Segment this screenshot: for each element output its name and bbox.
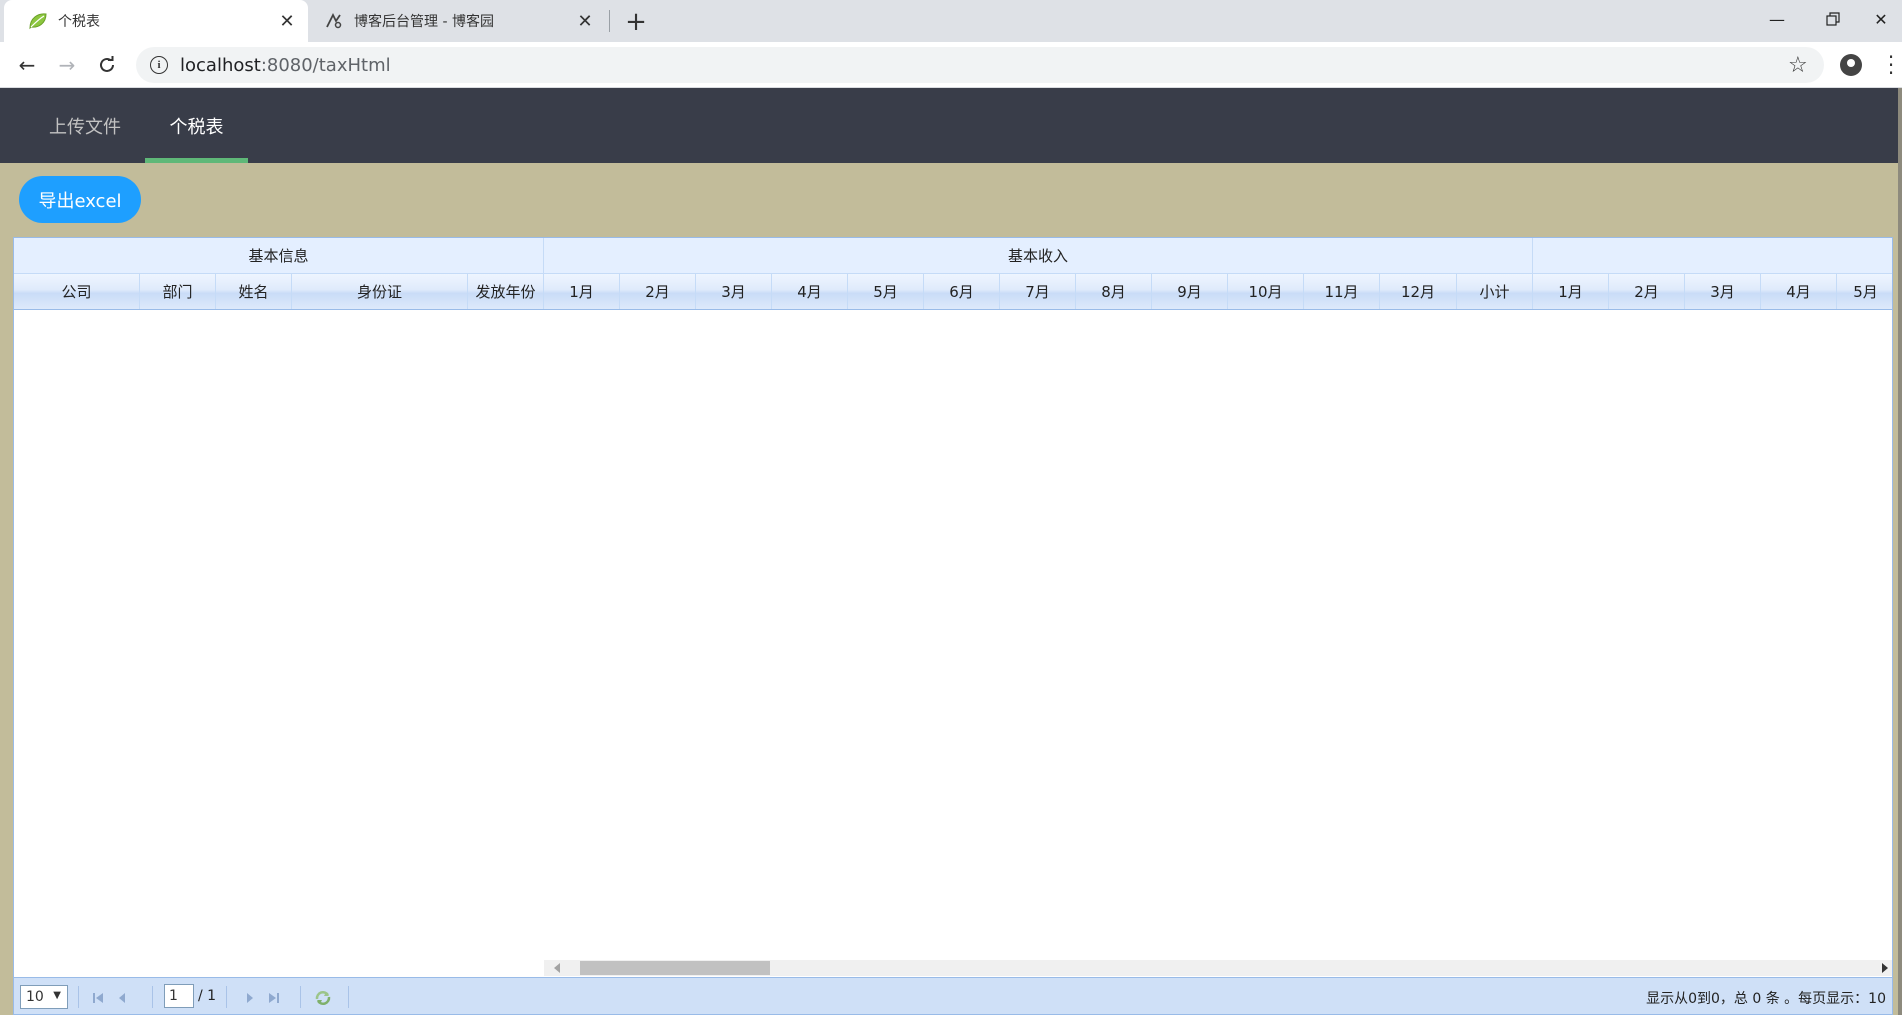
close-window-icon[interactable]: ✕ [1860, 0, 1902, 38]
tab-title: 博客后台管理 - 博客园 [354, 14, 494, 30]
column-header[interactable]: 5月 [848, 274, 924, 309]
tab-separator [609, 10, 610, 32]
page-size-value: 10 [26, 989, 44, 1005]
nav-item-tax-table[interactable]: 个税表 [145, 88, 248, 163]
pager-separator [226, 986, 227, 1008]
page-size-select[interactable]: 10 ▼ [20, 985, 68, 1009]
group-header-basic-info: 基本信息 [14, 238, 544, 273]
column-header[interactable]: 身份证 [292, 274, 468, 309]
address-bar[interactable]: i localhost :8080/taxHtml [136, 47, 1824, 83]
close-tab-icon[interactable]: ✕ [274, 8, 300, 34]
scrollbar-thumb[interactable] [580, 961, 770, 975]
next-page-icon[interactable] [242, 990, 258, 1006]
back-icon[interactable]: ← [12, 50, 42, 80]
scroll-right-icon[interactable] [1882, 963, 1888, 973]
first-page-icon[interactable] [90, 990, 106, 1006]
pager-separator [152, 986, 153, 1008]
reload-icon[interactable] [92, 50, 122, 80]
column-header[interactable]: 6月 [924, 274, 1000, 309]
column-header[interactable]: 发放年份 [468, 274, 544, 309]
column-header[interactable]: 8月 [1076, 274, 1152, 309]
page-number-input[interactable]: 1 [164, 984, 194, 1008]
pager-separator [348, 986, 349, 1008]
last-page-icon[interactable] [266, 990, 282, 1006]
column-header[interactable]: 公司 [14, 274, 140, 309]
column-header[interactable]: 12月 [1380, 274, 1457, 309]
group-header-basic-income: 基本收入 [544, 238, 1533, 273]
pager-separator [78, 986, 79, 1008]
leaf-icon [28, 11, 48, 31]
scroll-left-icon[interactable] [554, 963, 560, 973]
group-header-row: 基本信息 基本收入 [14, 238, 1892, 274]
dropdown-arrow-icon: ▼ [53, 990, 61, 1001]
page-content: 上传文件 个税表 导出excel 基本信息 基本收入 公司 部门 姓名 身份证 … [0, 88, 1902, 1015]
restore-icon[interactable] [1806, 0, 1860, 38]
group-header-next [1533, 238, 1892, 273]
column-header[interactable]: 姓名 [216, 274, 292, 309]
pagination-bar: 10 ▼ 1 / 1 显示从0到0，总 0 条 。每页显示：10 [14, 977, 1892, 1014]
site-info-icon[interactable]: i [150, 56, 168, 74]
page-edge [1898, 88, 1902, 1015]
horizontal-scrollbar[interactable] [544, 960, 1892, 976]
bookmark-star-icon[interactable]: ☆ [1788, 53, 1808, 78]
column-header[interactable]: 7月 [1000, 274, 1076, 309]
url-host: localhost [180, 54, 261, 76]
column-header[interactable]: 3月 [1685, 274, 1761, 309]
url-path: :8080/taxHtml [260, 54, 391, 76]
browser-tab-active[interactable]: 个税表 ✕ [4, 0, 308, 42]
column-header[interactable]: 3月 [696, 274, 772, 309]
menu-kebab-icon[interactable]: · · · [1886, 47, 1896, 83]
pager-info: 显示从0到0，总 0 条 。每页显示：10 [1646, 991, 1886, 1007]
tax-table: 基本信息 基本收入 公司 部门 姓名 身份证 发放年份 1月 2月 3月 4月 … [13, 237, 1893, 1015]
column-header[interactable]: 11月 [1304, 274, 1380, 309]
column-header[interactable]: 小计 [1457, 274, 1533, 309]
tab-title: 个税表 [58, 14, 100, 30]
nav-item-upload[interactable]: 上传文件 [24, 88, 146, 163]
browser-toolbar: ← → i localhost :8080/taxHtml ☆ · · · [0, 42, 1902, 88]
column-header[interactable]: 10月 [1228, 274, 1304, 309]
browser-tab[interactable]: 博客后台管理 - 博客园 ✕ [306, 0, 606, 42]
column-header[interactable]: 9月 [1152, 274, 1228, 309]
column-header[interactable]: 1月 [1533, 274, 1609, 309]
column-header[interactable]: 4月 [772, 274, 848, 309]
prev-page-icon[interactable] [114, 990, 130, 1006]
column-header[interactable]: 部门 [140, 274, 216, 309]
cnblogs-icon [324, 11, 344, 31]
export-excel-button[interactable]: 导出excel [19, 176, 141, 223]
total-pages: / 1 [198, 988, 217, 1004]
column-header[interactable]: 5月 [1837, 274, 1892, 309]
forward-icon[interactable]: → [52, 50, 82, 80]
profile-icon[interactable] [1840, 54, 1862, 76]
column-header[interactable]: 2月 [1609, 274, 1685, 309]
column-header[interactable]: 2月 [620, 274, 696, 309]
nav-item-label: 上传文件 [49, 116, 121, 138]
refresh-icon[interactable] [312, 990, 334, 1006]
app-nav: 上传文件 个税表 [0, 88, 1898, 163]
pager-separator [300, 986, 301, 1008]
browser-tabstrip: 个税表 ✕ 博客后台管理 - 博客园 ✕ + — ✕ [0, 0, 1902, 42]
close-tab-icon[interactable]: ✕ [572, 8, 598, 34]
nav-item-label: 个税表 [169, 116, 224, 138]
column-header-row: 公司 部门 姓名 身份证 发放年份 1月 2月 3月 4月 5月 6月 7月 8… [14, 274, 1892, 310]
minimize-icon[interactable]: — [1750, 0, 1804, 38]
column-header[interactable]: 1月 [544, 274, 620, 309]
column-header[interactable]: 4月 [1761, 274, 1837, 309]
new-tab-icon[interactable]: + [620, 6, 652, 38]
